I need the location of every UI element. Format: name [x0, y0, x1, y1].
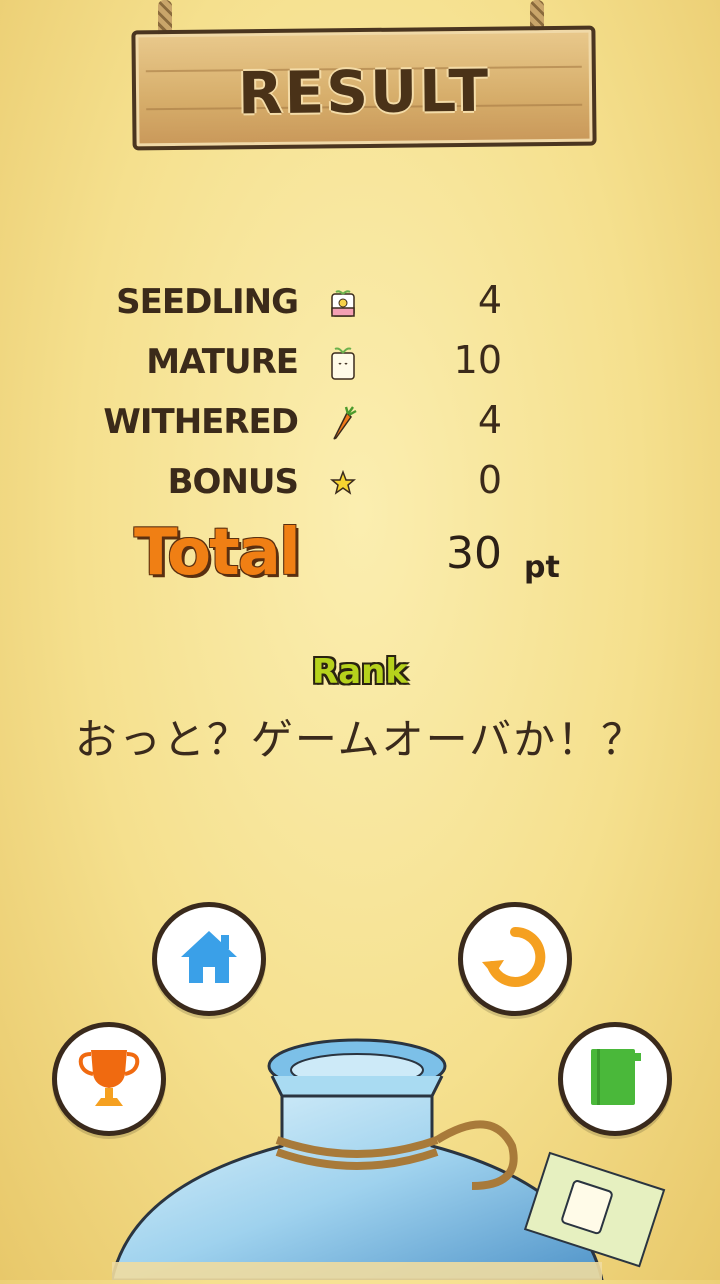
stat-row-mature: MATURE 10	[0, 334, 720, 390]
stat-value: 4	[477, 278, 502, 322]
total-unit: pt	[524, 550, 560, 585]
stat-row-bonus: BONUS 0	[0, 454, 720, 510]
stat-label: SEEDLING	[116, 282, 299, 322]
rank-label: Rank	[312, 652, 408, 692]
home-button[interactable]	[152, 902, 266, 1016]
retry-icon	[480, 922, 550, 996]
stat-row-withered: WITHERED 4	[0, 394, 720, 450]
stat-label: BONUS	[167, 462, 299, 502]
total-value: 30	[446, 528, 502, 579]
total-label: Total	[134, 516, 301, 590]
home-icon	[177, 927, 241, 991]
stat-value: 4	[477, 398, 502, 442]
carrot-icon	[328, 406, 358, 440]
result-sign: RESULT	[131, 25, 597, 151]
page-title: RESULT	[237, 56, 491, 128]
stat-row-seedling: SEEDLING 4	[0, 274, 720, 330]
glass-bottle-illustration	[110, 1036, 672, 1282]
stat-label: WITHERED	[103, 402, 299, 442]
stat-value: 0	[477, 458, 502, 502]
stat-value: 10	[453, 338, 502, 382]
stat-label: MATURE	[146, 342, 299, 382]
rank-text: おっと？ゲームオーバか！？	[74, 715, 646, 764]
star-icon	[328, 466, 358, 500]
seedling-icon	[328, 286, 358, 320]
retry-button[interactable]	[458, 902, 572, 1016]
mature-plant-icon	[328, 346, 358, 380]
